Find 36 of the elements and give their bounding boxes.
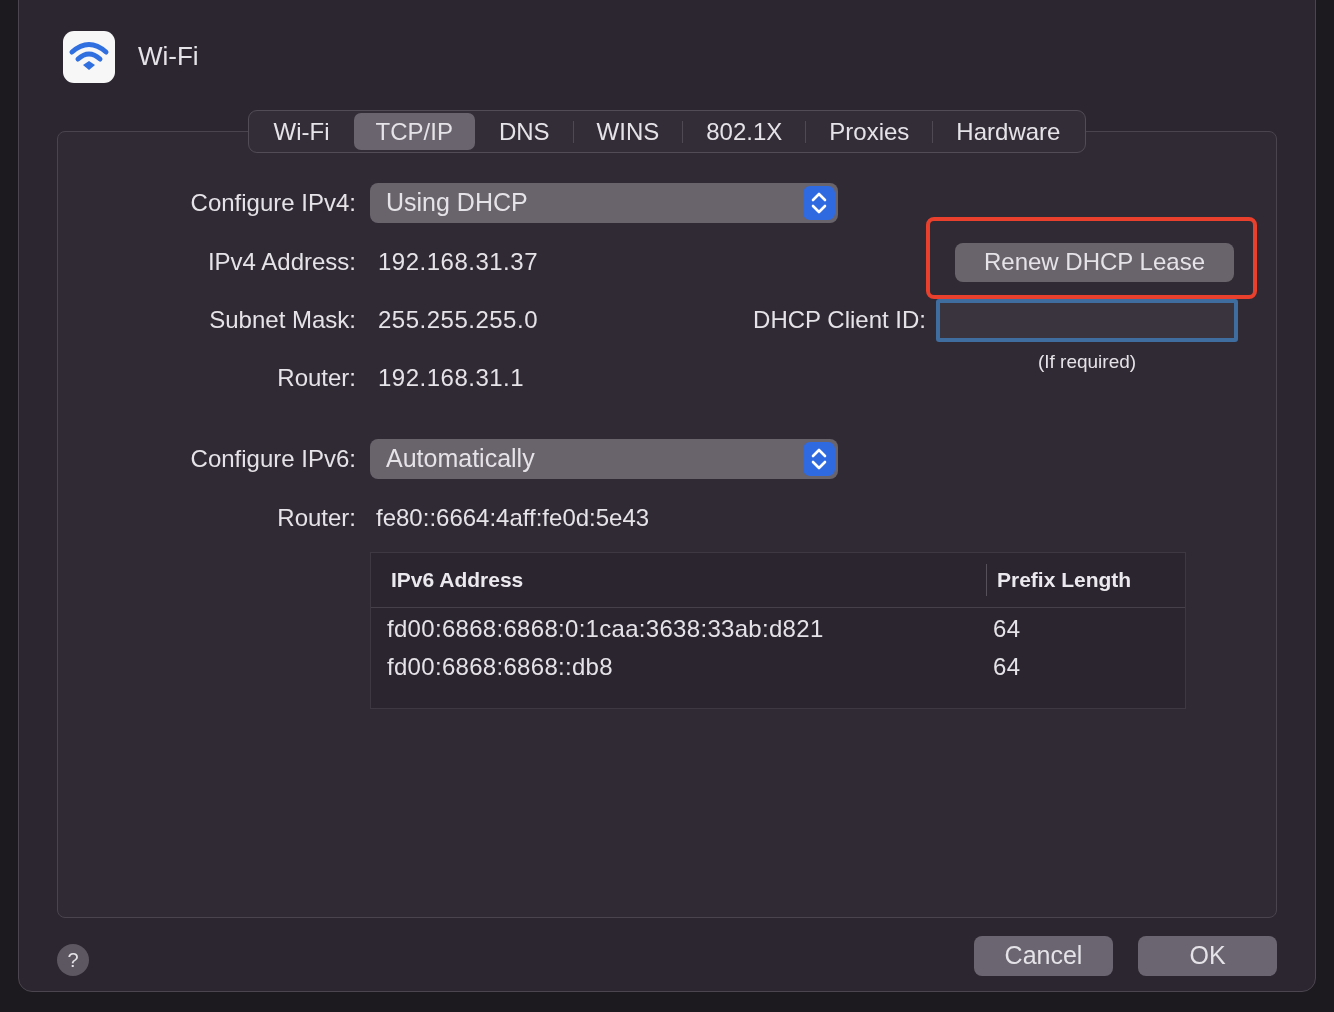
wifi-icon [63, 30, 115, 83]
help-button[interactable]: ? [57, 944, 89, 976]
client-id-field[interactable] [936, 298, 1238, 342]
field-value: 255.255.255.0 [378, 305, 538, 335]
tab[interactable]: 802.1X [683, 113, 806, 150]
table-cell: fd00:6868:6868::db8 [387, 653, 613, 680]
field-label: IPv4 Address: [206, 247, 356, 277]
field-label: Router: [276, 503, 356, 533]
field-label: Subnet Mask: [208, 305, 356, 335]
ok-button[interactable]: OK [1138, 936, 1277, 976]
window-title: Wi-Fi [138, 40, 199, 73]
field-label: Configure IPv6: [189, 444, 356, 474]
hint-text: (If required) [1037, 350, 1137, 372]
field-label: Configure IPv4: [189, 188, 356, 218]
field-label: Router: [276, 363, 356, 393]
field-label: DHCP Client ID: [753, 305, 926, 335]
column-header[interactable]: IPv6 Address [391, 564, 524, 596]
column-header[interactable]: Prefix Length [997, 564, 1132, 596]
table-cell: fd00:6868:6868:0:1caa:3638:33ab:d821 [387, 615, 824, 642]
renew-dhcp-lease-button[interactable]: Renew DHCP Lease [955, 242, 1234, 282]
tab[interactable]: WINS [573, 113, 683, 150]
table-cell: 64 [993, 615, 1021, 642]
field-value: fe80::6664:4aff:fe0d:5e43 [376, 503, 650, 533]
configure-ipv6-popup[interactable]: Automatically [370, 439, 838, 479]
cancel-button[interactable]: Cancel [974, 936, 1113, 976]
tab[interactable]: Wi-Fi [250, 113, 353, 150]
stepper-icon [803, 186, 835, 220]
stepper-icon [803, 442, 835, 476]
field-value: 192.168.31.37 [378, 247, 538, 277]
configure-ipv4-popup[interactable]: Using DHCP [370, 183, 838, 223]
tab[interactable]: Hardware [933, 113, 1084, 150]
tab[interactable]: Proxies [806, 113, 933, 150]
field-value: 192.168.31.1 [378, 363, 525, 393]
tab[interactable]: TCP/IP [353, 113, 475, 150]
tab[interactable]: DNS [475, 113, 573, 150]
table-cell: 64 [993, 653, 1021, 680]
